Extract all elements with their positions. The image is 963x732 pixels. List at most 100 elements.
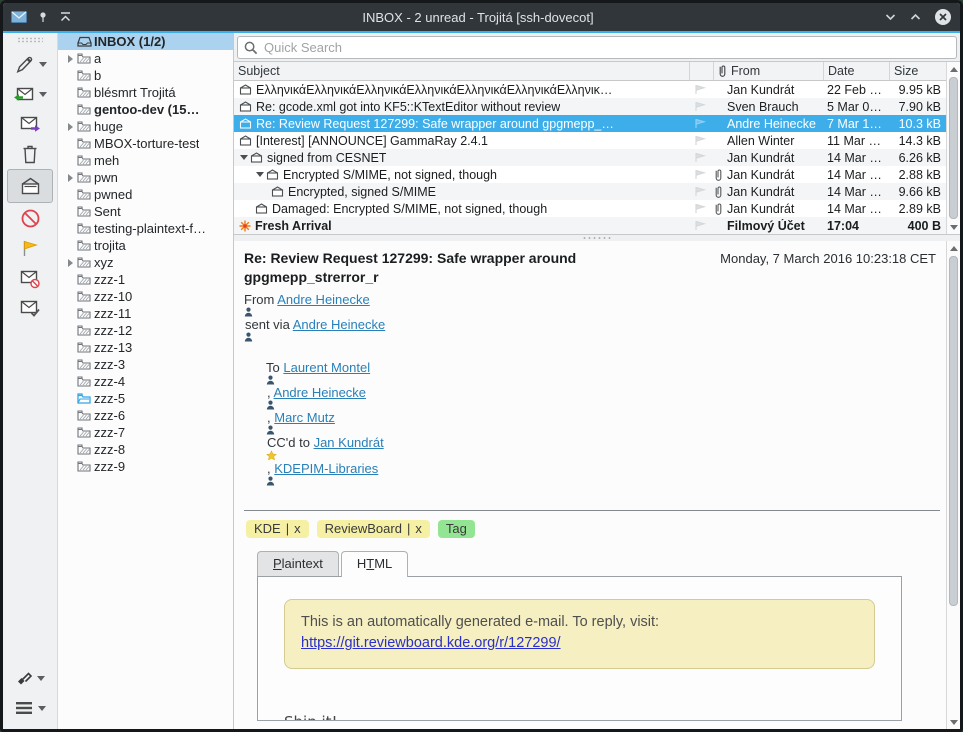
folder-icon [77, 342, 94, 353]
folder-row[interactable]: huge [58, 118, 233, 135]
collapse-arrow-icon[interactable] [238, 155, 249, 160]
expand-arrow-icon[interactable] [64, 173, 77, 182]
folder-row[interactable]: zzz-4 [58, 373, 233, 390]
folder-row[interactable]: blésmrt Trojitá [58, 84, 233, 101]
scrollbar-thumb[interactable] [949, 77, 958, 219]
tag-pill[interactable]: KDE | x [246, 520, 309, 538]
scroll-down-icon[interactable] [947, 715, 960, 729]
remove-tag-icon[interactable]: x [294, 521, 301, 536]
flag-button[interactable] [7, 233, 53, 263]
tab-plaintext[interactable]: Plaintext [257, 551, 339, 576]
from-line: From Andre Heinecke sent via Andre Heine… [244, 292, 942, 357]
search-input[interactable] [237, 36, 957, 59]
sender-via-link[interactable]: Andre Heinecke [293, 317, 386, 332]
compose-button[interactable] [7, 49, 53, 79]
recipient-link[interactable]: Andre Heinecke [274, 385, 367, 400]
menu-button[interactable] [7, 693, 53, 723]
folder-row[interactable]: MBOX-torture-test [58, 135, 233, 152]
folder-row[interactable]: a [58, 50, 233, 67]
message-row[interactable]: Re: gcode.xml got into KF5::KTextEditor … [234, 98, 946, 115]
recipient-link[interactable]: Laurent Montel [283, 360, 370, 375]
message-row-selected[interactable]: Re: Review Request 127299: Safe wrapper … [234, 115, 946, 132]
expand-arrow-icon[interactable] [64, 258, 77, 267]
sender-link[interactable]: Andre Heinecke [277, 292, 370, 307]
review-link[interactable]: https://git.reviewboard.kde.org/r/127299… [301, 635, 561, 651]
list-header: Subject From Date Size [234, 62, 946, 81]
folder-row[interactable]: pwned [58, 186, 233, 203]
remove-tag-icon[interactable]: x [415, 521, 422, 536]
message-row[interactable]: Damaged: Encrypted S/MIME, not signed, t… [234, 200, 946, 217]
flag-placeholder-icon [694, 152, 707, 163]
cc-link[interactable]: Jan Kundrát [314, 435, 384, 450]
paperclip-icon [714, 185, 727, 199]
tag-pill[interactable]: ReviewBoard | x [316, 520, 430, 538]
forward-button[interactable] [7, 109, 53, 139]
reply-button[interactable] [7, 79, 53, 109]
column-header-flag[interactable] [690, 62, 714, 80]
folder-row[interactable]: zzz-1 [58, 271, 233, 288]
message-row-unread[interactable]: Fresh Arrival Filmový Účet 17:04 400 B [234, 217, 946, 234]
message-view-scrollbar[interactable] [946, 241, 960, 729]
scrollbar-thumb[interactable] [949, 256, 958, 606]
folder-row[interactable]: gentoo-dev (15… [58, 101, 233, 118]
expand-arrow-icon[interactable] [64, 122, 77, 131]
column-header-subject[interactable]: Subject [234, 62, 690, 80]
spam-button[interactable] [7, 203, 53, 233]
scroll-up-icon[interactable] [947, 241, 960, 255]
folder-row[interactable]: trojita [58, 237, 233, 254]
folder-row[interactable]: zzz-7 [58, 424, 233, 441]
folder-row[interactable]: testing-plaintext-f… [58, 220, 233, 237]
titlebar: INBOX - 2 unread - Trojitá [ssh-dovecot] [3, 3, 960, 31]
folder-row[interactable]: zzz-6 [58, 407, 233, 424]
add-tag-button[interactable]: Tag [437, 520, 475, 538]
cc-link[interactable]: KDEPIM-Libraries [274, 461, 378, 476]
column-header-size[interactable]: Size [890, 62, 946, 80]
close-icon[interactable] [934, 8, 952, 26]
mail-read-icon [266, 169, 279, 180]
column-header-from[interactable]: From [714, 62, 824, 80]
pin-icon[interactable] [37, 11, 49, 23]
message-row[interactable]: Encrypted, signed S/MIME Jan Kundrát 14 … [234, 183, 946, 200]
message-row[interactable]: signed from CESNET Jan Kundrát 14 Mar … … [234, 149, 946, 166]
column-header-date[interactable]: Date [824, 62, 890, 80]
recipient-link[interactable]: Marc Mutz [274, 410, 335, 425]
scroll-up-icon[interactable] [947, 62, 960, 76]
message-list: Subject From Date Size ΕλληνικάΕλληνικάΕ… [234, 61, 960, 235]
mark-read-button[interactable] [7, 169, 53, 203]
folder-row[interactable]: zzz-3 [58, 356, 233, 373]
folder-row-open[interactable]: zzz-5 [58, 390, 233, 407]
window-title: INBOX - 2 unread - Trojitá [ssh-dovecot] [362, 9, 594, 25]
minimize-icon[interactable] [884, 12, 897, 22]
folder-row-inbox[interactable]: INBOX (1/2) [58, 33, 233, 50]
delete-button[interactable] [7, 139, 53, 169]
folder-row[interactable]: Sent [58, 203, 233, 220]
folder-row[interactable]: meh [58, 152, 233, 169]
not-junk-button[interactable] [7, 293, 53, 323]
message-list-scrollbar[interactable] [946, 62, 960, 234]
folder-row[interactable]: xyz [58, 254, 233, 271]
folder-row[interactable]: zzz-10 [58, 288, 233, 305]
folder-row[interactable]: zzz-11 [58, 305, 233, 322]
folder-row[interactable]: zzz-8 [58, 441, 233, 458]
maximize-icon[interactable] [909, 12, 922, 22]
folder-row[interactable]: zzz-13 [58, 339, 233, 356]
folder-row[interactable]: b [58, 67, 233, 84]
inbox-icon [77, 36, 94, 47]
folder-row[interactable]: pwn [58, 169, 233, 186]
junk-button[interactable] [7, 263, 53, 293]
message-row[interactable]: ΕλληνικάΕλληνικάΕλληνικάΕλληνικάΕλληνικά… [234, 81, 946, 98]
expand-arrow-icon[interactable] [64, 54, 77, 63]
message-row[interactable]: Encrypted S/MIME, not signed, though Jan… [234, 166, 946, 183]
folder-row[interactable]: zzz-9 [58, 458, 233, 475]
folder-row[interactable]: zzz-12 [58, 322, 233, 339]
folder-icon [77, 291, 94, 302]
message-row[interactable]: [Interest] [ANNOUNCE] GammaRay 2.4.1 All… [234, 132, 946, 149]
scroll-down-icon[interactable] [947, 220, 960, 234]
shade-icon[interactable] [59, 11, 72, 23]
toolbar-drag-handle[interactable] [17, 37, 43, 43]
tag-button[interactable] [7, 663, 53, 693]
tab-html[interactable]: HTML [340, 551, 409, 577]
collapse-arrow-icon[interactable] [254, 172, 265, 177]
main-toolbar [3, 33, 57, 729]
folder-icon [77, 104, 94, 115]
